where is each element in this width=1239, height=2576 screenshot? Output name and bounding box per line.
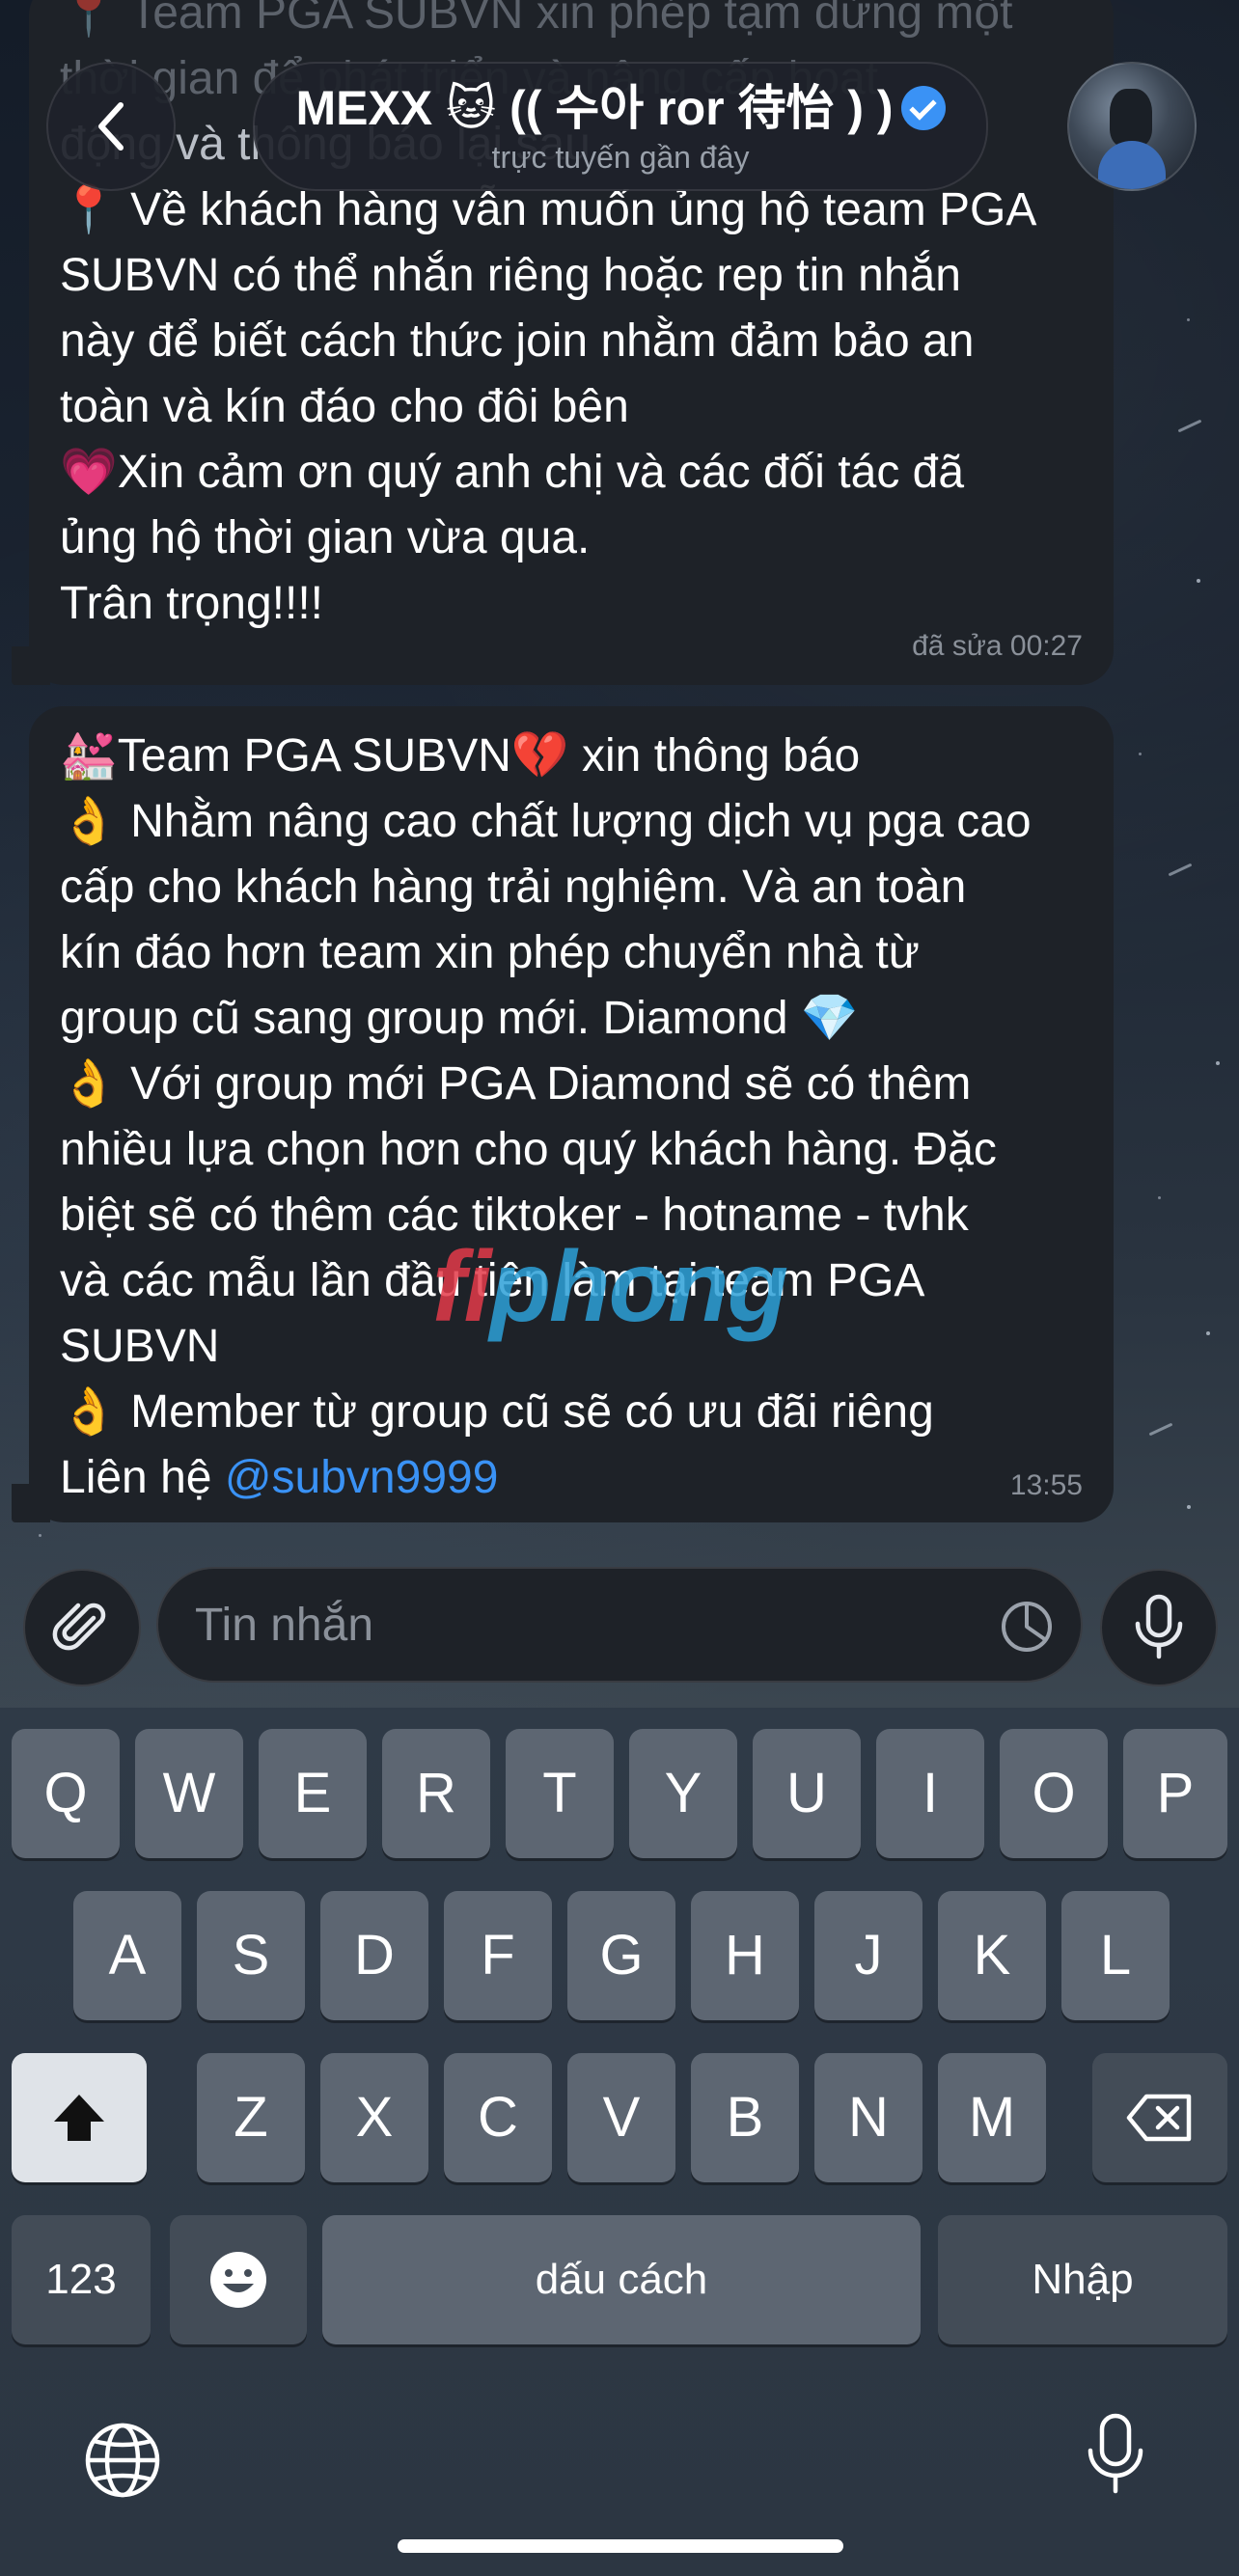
- message-line: cấp cho khách hàng trải nghiệm. Và an to…: [60, 862, 967, 913]
- key-m[interactable]: M: [938, 2053, 1046, 2182]
- keyboard: Q W E R T Y U I O P A S D F G H J K L Z …: [0, 1708, 1239, 2576]
- message-line: 📍 Team PGA SUBVN xin phép tạm dừng một: [60, 0, 1013, 39]
- verified-badge-icon: [900, 85, 946, 130]
- avatar[interactable]: [1067, 62, 1197, 191]
- key-n[interactable]: N: [814, 2053, 922, 2182]
- message-line: ủng hộ thời gian vừa qua.: [60, 512, 591, 563]
- attach-button[interactable]: [23, 1569, 141, 1686]
- key-c[interactable]: C: [444, 2053, 552, 2182]
- space-key[interactable]: dấu cách: [322, 2215, 921, 2344]
- key-u[interactable]: U: [753, 1729, 861, 1858]
- key-e[interactable]: E: [259, 1729, 367, 1858]
- dictation-mic-icon[interactable]: [1085, 2412, 1146, 2497]
- backspace-key[interactable]: [1092, 2053, 1227, 2182]
- numbers-key[interactable]: 123: [12, 2215, 151, 2344]
- watermark-logo: fiphong: [432, 1231, 788, 1343]
- key-q[interactable]: Q: [12, 1729, 120, 1858]
- key-v[interactable]: V: [567, 2053, 675, 2182]
- mention-link[interactable]: @subvn9999: [225, 1452, 499, 1503]
- home-indicator[interactable]: [398, 2539, 843, 2553]
- key-p[interactable]: P: [1123, 1729, 1227, 1858]
- chevron-left-icon: [98, 102, 124, 151]
- message-line: toàn và kín đáo cho đôi bên: [60, 381, 629, 432]
- key-l[interactable]: L: [1061, 1891, 1170, 2020]
- message-line: 👌 Với group mới PGA Diamond sẽ có thêm: [60, 1058, 972, 1110]
- shift-key[interactable]: [12, 2053, 147, 2182]
- message-input-placeholder: Tin nhắn: [195, 1600, 374, 1651]
- emoji-icon: [210, 2252, 266, 2308]
- key-i[interactable]: I: [876, 1729, 984, 1858]
- key-k[interactable]: K: [938, 1891, 1046, 2020]
- message-line: 💒Team PGA SUBVN💔 xin thông báo: [60, 730, 861, 781]
- message-line: kín đáo hơn team xin phép chuyển nhà từ: [60, 927, 920, 978]
- message-edited-time: đã sửa 00:27: [912, 630, 1083, 662]
- message-input[interactable]: Tin nhắn: [156, 1567, 1083, 1683]
- message-line: SUBVN có thể nhắn riêng hoặc rep tin nhắ…: [60, 250, 961, 301]
- sticker-icon[interactable]: [998, 1598, 1056, 1656]
- message-line: nhiều lựa chọn hơn cho quý khách hàng. Đ…: [60, 1124, 997, 1175]
- key-d[interactable]: D: [320, 1891, 428, 2020]
- microphone-icon: [1135, 1594, 1183, 1659]
- emoji-key[interactable]: [170, 2215, 307, 2344]
- key-x[interactable]: X: [320, 2053, 428, 2182]
- contact-prefix: Liên hệ: [60, 1452, 225, 1503]
- message-line: Trân trọng!!!!: [60, 578, 323, 629]
- message-line: group cũ sang group mới. Diamond 💎: [60, 993, 859, 1044]
- key-s[interactable]: S: [197, 1891, 305, 2020]
- key-t[interactable]: T: [506, 1729, 614, 1858]
- key-a[interactable]: A: [73, 1891, 181, 2020]
- message-line: 👌 Nhằm nâng cao chất lượng dịch vụ pga c…: [60, 796, 1032, 847]
- key-r[interactable]: R: [382, 1729, 490, 1858]
- globe-icon[interactable]: [82, 2420, 163, 2501]
- back-button[interactable]: [46, 62, 176, 191]
- message-line: 👌 Member từ group cũ sẽ có ưu đãi riêng: [60, 1386, 934, 1438]
- key-y[interactable]: Y: [629, 1729, 737, 1858]
- contact-status: trực tuyến gần đây: [491, 140, 750, 175]
- backspace-icon: [1126, 2094, 1192, 2142]
- key-b[interactable]: B: [691, 2053, 799, 2182]
- return-key[interactable]: Nhập: [938, 2215, 1227, 2344]
- paperclip-icon: [52, 1603, 106, 1651]
- key-h[interactable]: H: [691, 1891, 799, 2020]
- key-j[interactable]: J: [814, 1891, 922, 2020]
- key-w[interactable]: W: [135, 1729, 243, 1858]
- bubble-tail: [12, 1484, 50, 1522]
- contact-name: MEXX 🐱 (( 수아 ror 待怡 ) ): [295, 81, 894, 135]
- message-line: 💗Xin cảm ơn quý anh chị và các đối tác đ…: [60, 447, 965, 498]
- shift-icon: [54, 2095, 104, 2141]
- key-f[interactable]: F: [444, 1891, 552, 2020]
- bubble-tail: [12, 646, 50, 685]
- message-bubble[interactable]: 💒Team PGA SUBVN💔 xin thông báo 👌 Nhằm nâ…: [29, 706, 1114, 1522]
- message-line: này để biết cách thức join nhằm đảm bảo …: [60, 315, 975, 367]
- message-contact-line: Liên hệ @subvn9999: [60, 1445, 1083, 1511]
- chat-title[interactable]: MEXX 🐱 (( 수아 ror 待怡 ) ) trực tuyến gần đ…: [253, 62, 988, 191]
- voice-record-button[interactable]: [1100, 1569, 1218, 1686]
- key-o[interactable]: O: [1000, 1729, 1108, 1858]
- key-z[interactable]: Z: [197, 2053, 305, 2182]
- message-time: 13:55: [1009, 1469, 1083, 1501]
- key-g[interactable]: G: [567, 1891, 675, 2020]
